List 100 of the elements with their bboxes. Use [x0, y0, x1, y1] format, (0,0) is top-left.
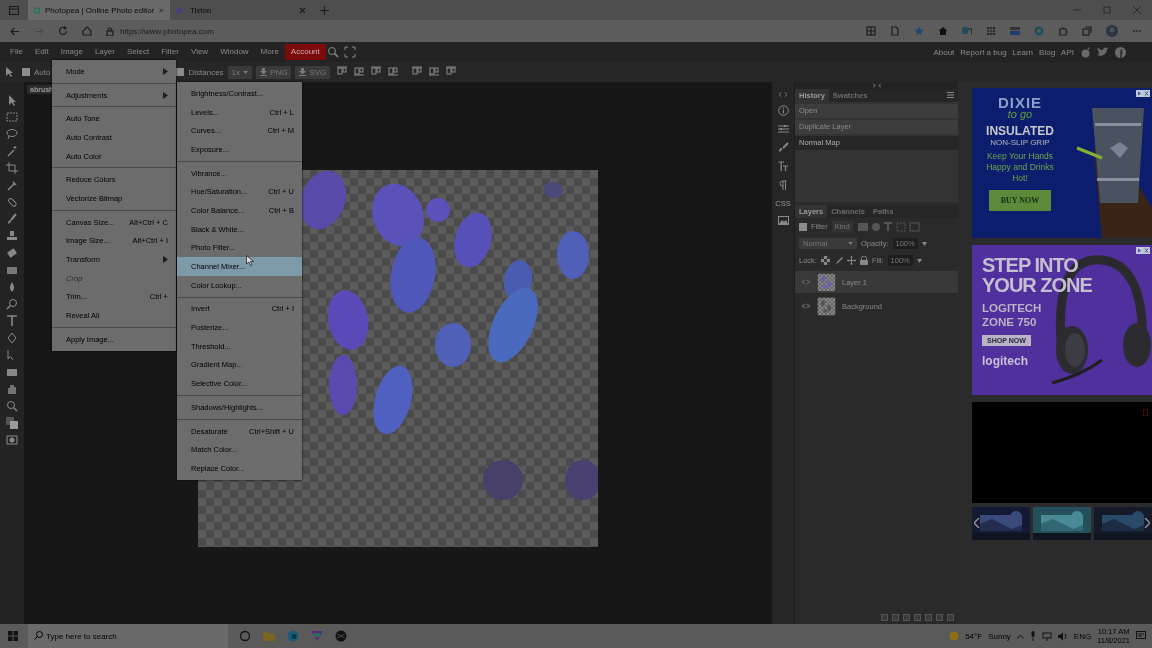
quick-mask-icon[interactable]: [6, 434, 18, 446]
collections-icon[interactable]: [1082, 26, 1092, 36]
paragraph-icon[interactable]: [779, 180, 787, 191]
search-field[interactable]: Type here to search: [28, 624, 228, 648]
back-icon[interactable]: [10, 26, 20, 36]
move-icon[interactable]: [846, 256, 856, 265]
facebook-icon[interactable]: [1115, 46, 1126, 58]
crop-icon[interactable]: [6, 162, 18, 174]
browser-tab[interactable]: Tixton: [170, 0, 312, 20]
restore-icon[interactable]: [1102, 5, 1112, 15]
marquee-icon[interactable]: [6, 111, 18, 123]
grid-icon[interactable]: [986, 26, 996, 36]
menu-item[interactable]: Window: [214, 44, 255, 60]
refresh-icon[interactable]: [58, 26, 68, 36]
eraser-icon[interactable]: [6, 247, 18, 259]
microphone-icon[interactable]: [1029, 631, 1036, 641]
fullscreen-icon[interactable]: [1143, 409, 1148, 416]
lock-icon[interactable]: [859, 256, 868, 265]
menu-item[interactable]: Edit: [28, 44, 55, 60]
menu-item[interactable]: More: [254, 44, 285, 60]
checkbox[interactable]: [176, 68, 185, 76]
color-swatches-icon[interactable]: [6, 417, 18, 429]
nav-link[interactable]: Learn: [1012, 47, 1034, 57]
brush-icon[interactable]: [833, 256, 843, 265]
checkbox[interactable]: [22, 68, 30, 76]
close-icon[interactable]: [299, 6, 306, 14]
export-button[interactable]: SVG: [295, 65, 331, 79]
network-icon[interactable]: [1041, 631, 1052, 641]
checkbox[interactable]: [799, 222, 807, 231]
buy-now-button[interactable]: BUY NOW: [988, 190, 1052, 211]
page-icon[interactable]: [890, 26, 900, 36]
sliders-icon[interactable]: [777, 124, 789, 134]
tab-actions-icon[interactable]: [9, 5, 19, 15]
menu-item[interactable]: Image: [54, 44, 89, 60]
magic-wand-icon[interactable]: [6, 145, 18, 157]
arrow-select-icon[interactable]: [6, 94, 18, 106]
nav-link[interactable]: API: [1061, 47, 1074, 57]
pen-icon[interactable]: [6, 332, 18, 344]
caret-icon[interactable]: [916, 258, 922, 263]
gradient-icon[interactable]: [6, 264, 18, 276]
eye-icon[interactable]: [801, 278, 811, 285]
distribute-icon[interactable]: [388, 66, 399, 76]
folder-icon[interactable]: [925, 613, 932, 621]
nav-link[interactable]: Blog: [1039, 47, 1056, 57]
eye-icon[interactable]: [801, 302, 811, 309]
menu-item[interactable]: Select: [120, 44, 156, 60]
ad-choices-icon[interactable]: [1136, 90, 1150, 97]
effects-icon[interactable]: [892, 613, 899, 621]
star-icon[interactable]: [914, 26, 924, 36]
nav-link[interactable]: Report a bug: [960, 47, 1007, 57]
bandage-icon[interactable]: [6, 196, 18, 208]
filter-type-icons[interactable]: [856, 221, 921, 232]
puzzle-icon[interactable]: [1058, 26, 1068, 36]
plus-icon[interactable]: [320, 5, 329, 15]
info-icon[interactable]: [777, 105, 789, 116]
eyedropper-icon[interactable]: [6, 179, 18, 191]
align-center-icon[interactable]: [429, 66, 440, 76]
link-icon[interactable]: [881, 613, 888, 621]
app-icon[interactable]: [334, 630, 348, 642]
menu-icon[interactable]: [947, 92, 954, 98]
caret-icon[interactable]: [1016, 633, 1024, 639]
account-button[interactable]: Account: [284, 44, 326, 60]
ad-banner[interactable]: DIXIE to go INSULATED NON-SLIP GRIP Keep Your Hands Happy and Drinks Hot! BUY NOW: [972, 88, 1152, 238]
adjustment-icon[interactable]: [903, 613, 910, 621]
hand-icon[interactable]: [6, 383, 18, 395]
align-bottom-icon[interactable]: [371, 66, 382, 76]
translate-icon[interactable]: [962, 26, 972, 36]
caret-icon[interactable]: [921, 241, 927, 246]
align-right-icon[interactable]: [446, 66, 457, 76]
brush-icon[interactable]: [6, 213, 18, 225]
menu-item[interactable]: Filter: [155, 44, 185, 60]
lock-pixels-icon[interactable]: [820, 256, 830, 265]
character-icon[interactable]: [777, 161, 789, 172]
collapse-icon[interactable]: [872, 83, 881, 88]
fullscreen-icon[interactable]: [341, 46, 358, 58]
next-icon[interactable]: [1144, 518, 1150, 528]
speaker-icon[interactable]: [1057, 631, 1068, 641]
cortana-icon[interactable]: [238, 630, 252, 642]
previous-icon[interactable]: [974, 518, 980, 528]
url-text[interactable]: https://www.photopea.com: [120, 26, 214, 36]
zoom-icon[interactable]: [6, 400, 18, 412]
new-layer-icon[interactable]: [936, 613, 943, 621]
nav-link[interactable]: About: [933, 47, 955, 57]
browser-tab[interactable]: Photopea | Online Photo editor: [28, 0, 170, 20]
twitter-icon[interactable]: [1097, 47, 1109, 57]
image-icon[interactable]: [777, 216, 789, 225]
close-icon[interactable]: [159, 6, 164, 14]
magnifier-icon[interactable]: [6, 298, 18, 310]
avatar-icon[interactable]: [1106, 25, 1118, 37]
ad-choices-icon[interactable]: [1136, 247, 1150, 254]
home-icon[interactable]: [82, 26, 92, 36]
notification-icon[interactable]: [1136, 631, 1146, 641]
type-icon[interactable]: [6, 315, 18, 327]
reddit-icon[interactable]: [1080, 46, 1091, 58]
stamp-icon[interactable]: [6, 230, 18, 242]
menu-item[interactable]: View: [184, 44, 215, 60]
collapse-icon[interactable]: [779, 92, 787, 97]
menu-item[interactable]: File: [4, 44, 29, 60]
mask-icon[interactable]: [914, 613, 921, 621]
language-indicator[interactable]: ENG: [1073, 631, 1092, 641]
